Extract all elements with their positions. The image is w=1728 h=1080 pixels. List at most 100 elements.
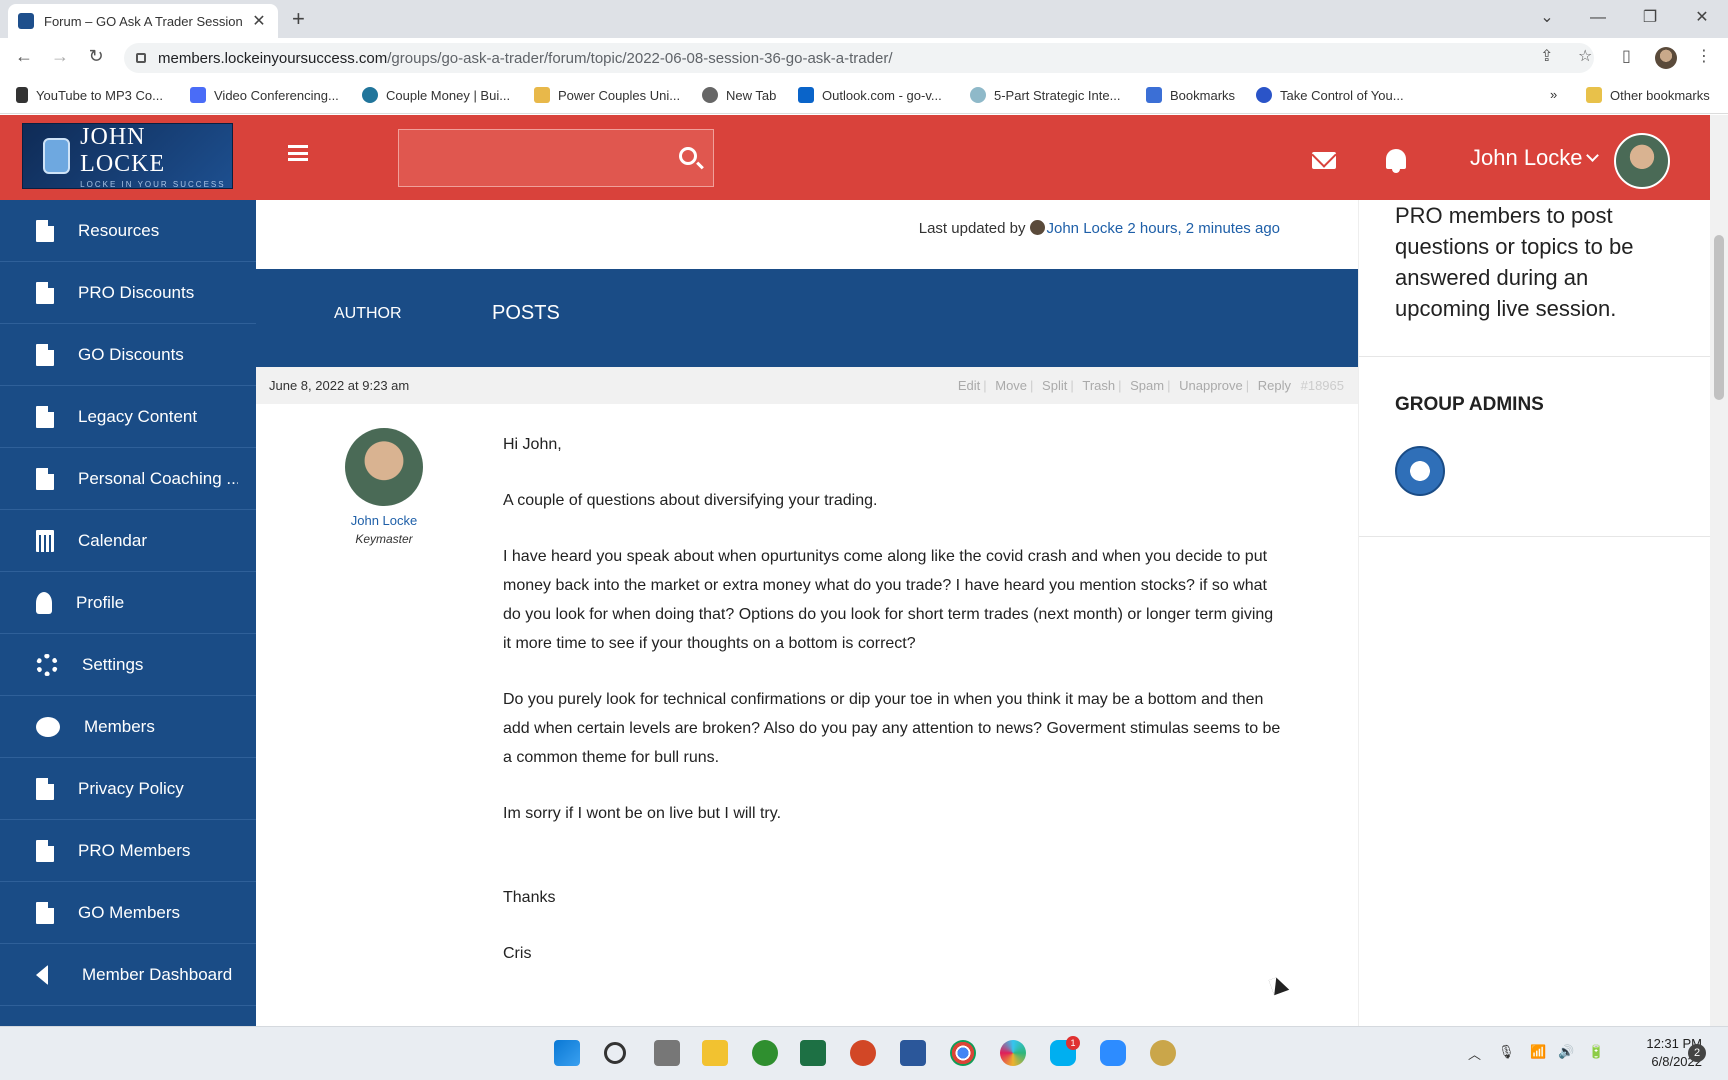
site-logo[interactable]: JOHN LOCKE LOCKE IN YOUR SUCCESS <box>22 123 233 189</box>
share-icon[interactable]: ⇪ <box>1540 46 1553 66</box>
group-admin-avatar[interactable] <box>1395 446 1445 496</box>
bookmark-item[interactable]: New Tab <box>702 87 776 103</box>
lock-badge-icon <box>43 138 71 174</box>
logo-title: JOHN LOCKE <box>80 123 166 177</box>
close-window-icon[interactable]: ✕ <box>1682 4 1722 32</box>
excel-icon[interactable] <box>800 1040 826 1066</box>
bookmark-item[interactable]: 5-Part Strategic Inte... <box>970 87 1120 103</box>
sidebar-item-go-discounts[interactable]: GO Discounts <box>0 324 256 386</box>
wordpress-icon <box>362 87 378 103</box>
forum-table-header: AUTHOR POSTS <box>256 269 1358 367</box>
sidebar-item-go-members[interactable]: GO Members <box>0 882 256 944</box>
chevron-up-icon[interactable]: ︿ <box>1468 1044 1481 1063</box>
menu-toggle-icon[interactable] <box>288 145 308 161</box>
app-icon[interactable] <box>752 1040 778 1066</box>
zoom-icon[interactable] <box>1100 1040 1126 1066</box>
reply-link[interactable]: Reply <box>1258 378 1291 393</box>
move-link[interactable]: Move <box>995 378 1027 393</box>
messages-icon[interactable] <box>1312 152 1336 169</box>
outlook-icon <box>798 87 814 103</box>
sidebar-item-legacy-content[interactable]: Legacy Content <box>0 386 256 448</box>
bookmark-item[interactable]: Power Couples Uni... <box>534 87 680 103</box>
close-tab-icon[interactable]: ✕ <box>250 11 268 31</box>
forward-icon[interactable]: → <box>48 46 72 67</box>
scrollbar-thumb[interactable] <box>1714 235 1724 400</box>
back-icon[interactable]: ← <box>12 46 36 67</box>
post-author-name[interactable]: John Locke <box>319 513 449 528</box>
page-scrollbar[interactable] <box>1710 115 1728 1026</box>
sidebar-item-profile[interactable]: Profile <box>0 572 256 634</box>
notifications-bell-icon[interactable] <box>1386 149 1406 173</box>
battery-icon[interactable]: 🔋 <box>1588 1044 1604 1060</box>
search-input[interactable] <box>398 129 714 187</box>
search-icon[interactable] <box>679 147 697 165</box>
chevron-down-icon[interactable] <box>1586 149 1599 162</box>
author-column-header: AUTHOR <box>334 305 402 322</box>
trash-link[interactable]: Trash <box>1082 378 1115 393</box>
sidebar-item-settings[interactable]: Settings <box>0 634 256 696</box>
task-view-icon[interactable] <box>654 1040 680 1066</box>
wifi-icon[interactable]: 📶 <box>1530 1044 1546 1060</box>
side-panel-icon[interactable]: ▯ <box>1622 46 1631 66</box>
folder-icon <box>1586 87 1602 103</box>
spam-link[interactable]: Spam <box>1130 378 1164 393</box>
word-icon[interactable] <box>900 1040 926 1066</box>
browser-tab-active[interactable]: Forum – GO Ask A Trader Session ✕ <box>8 4 278 38</box>
edit-link[interactable]: Edit <box>958 378 980 393</box>
search-icon[interactable] <box>604 1042 626 1064</box>
reload-icon[interactable]: ↻ <box>84 46 108 67</box>
unapprove-link[interactable]: Unapprove <box>1179 378 1243 393</box>
app-icon[interactable] <box>1150 1040 1176 1066</box>
bookmark-star-icon[interactable]: ☆ <box>1578 46 1592 66</box>
document-icon <box>36 343 54 366</box>
tab-search-chevron-icon[interactable]: ⌄ <box>1527 4 1567 32</box>
sidebar-item-personal-coaching[interactable]: Personal Coaching ... <box>0 448 256 510</box>
minimize-icon[interactable]: — <box>1578 4 1618 32</box>
group-description: PRO members to post questions or topics … <box>1395 203 1634 321</box>
other-bookmarks[interactable]: Other bookmarks <box>1586 87 1710 103</box>
document-icon <box>36 777 54 800</box>
updated-time-link[interactable]: 2 hours, 2 minutes ago <box>1127 220 1280 237</box>
bookmark-item[interactable]: Take Control of You... <box>1256 87 1404 103</box>
slack-icon[interactable] <box>1000 1040 1026 1066</box>
updated-by-link[interactable]: John Locke <box>1047 220 1124 237</box>
sidebar-item-privacy-policy[interactable]: Privacy Policy <box>0 758 256 820</box>
sidebar-item-member-dashboard[interactable]: Member Dashboard <box>0 944 256 1006</box>
post-id-link[interactable]: #18965 <box>1301 378 1344 393</box>
bookmark-item[interactable]: Video Conferencing... <box>190 87 339 103</box>
sidebar-item-members[interactable]: Members <box>0 696 256 758</box>
sidebar-item-calendar[interactable]: Calendar <box>0 510 256 572</box>
site-favicon-icon <box>18 13 34 29</box>
new-tab-icon[interactable]: + <box>292 6 305 32</box>
microphone-icon[interactable]: 🎙 <box>1498 1044 1515 1060</box>
chrome-icon[interactable] <box>950 1040 976 1066</box>
windows-taskbar: 1 ︿ 🎙 📶 🔊 🔋 12:31 PM 6/8/2022 2 <box>0 1026 1728 1080</box>
sidebar-item-pro-members[interactable]: PRO Members <box>0 820 256 882</box>
document-icon <box>36 405 54 428</box>
volume-icon[interactable]: 🔊 <box>1558 1044 1574 1060</box>
sidebar-item-pro-discounts[interactable]: PRO Discounts <box>0 262 256 324</box>
bookmark-item[interactable]: YouTube to MP3 Co... <box>16 87 163 103</box>
split-link[interactable]: Split <box>1042 378 1067 393</box>
sidebar-item-resources[interactable]: Resources <box>0 200 256 262</box>
post-author-avatar[interactable] <box>345 428 423 506</box>
powerpoint-icon[interactable] <box>850 1040 876 1066</box>
browser-menu-icon[interactable]: ⋮ <box>1696 46 1712 66</box>
user-avatar[interactable] <box>1614 133 1670 189</box>
browser-profile-avatar[interactable] <box>1655 47 1677 69</box>
post-actions: Edit | Move | Split | Trash | Spam | Unapprov… <box>957 378 1344 393</box>
windows-start-icon[interactable] <box>554 1040 580 1066</box>
bookmark-item[interactable]: Outlook.com - go-v... <box>798 87 942 103</box>
document-icon <box>36 467 54 490</box>
file-explorer-icon[interactable] <box>702 1040 728 1066</box>
restore-icon[interactable]: ❐ <box>1630 4 1670 32</box>
bookmark-item[interactable]: Couple Money | Bui... <box>362 87 510 103</box>
bookmark-item[interactable]: Bookmarks <box>1146 87 1235 103</box>
bookmarks-overflow-icon[interactable]: » <box>1550 87 1557 102</box>
notifications-badge[interactable]: 2 <box>1688 1044 1706 1062</box>
post-paragraph: Im sorry if I wont be on live but I will… <box>503 805 782 822</box>
document-icon <box>36 281 54 304</box>
user-menu-name[interactable]: John Locke <box>1470 145 1583 171</box>
address-bar[interactable]: members.lockeinyoursuccess.com/groups/go… <box>124 43 1594 73</box>
post-date: June 8, 2022 at 9:23 am <box>269 378 410 393</box>
